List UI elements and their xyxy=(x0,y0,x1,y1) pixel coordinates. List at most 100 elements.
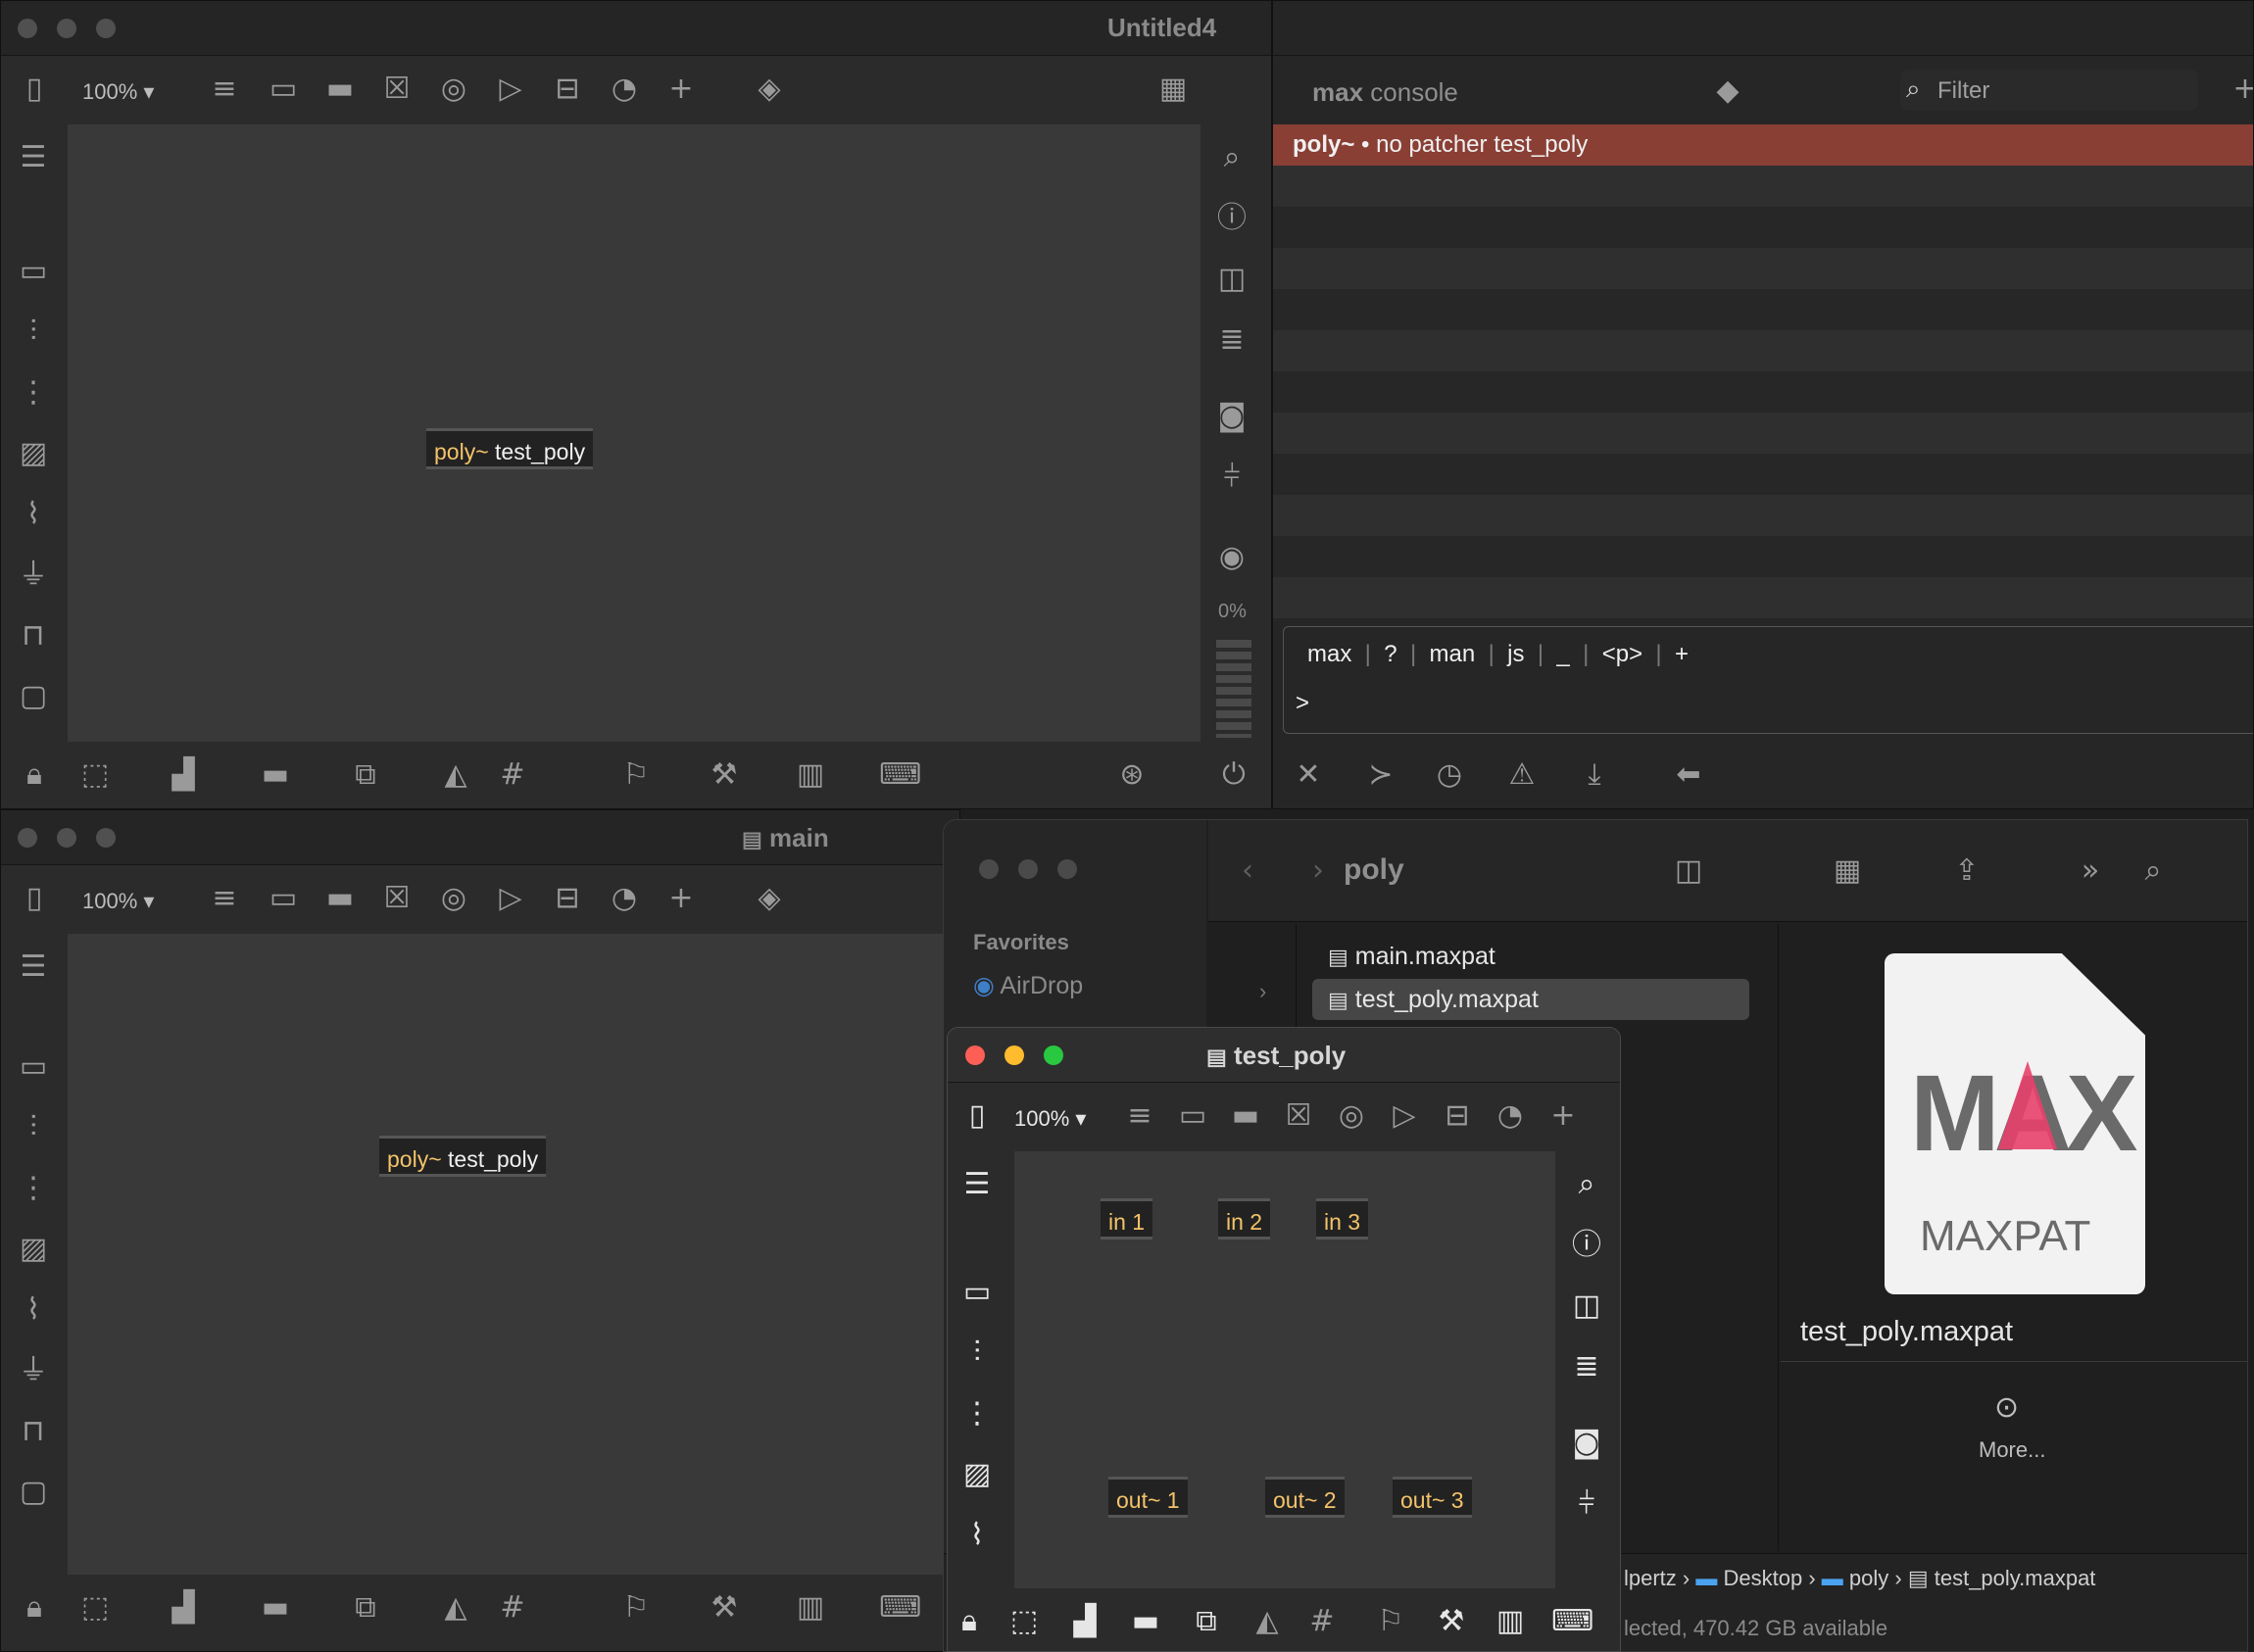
inlet-object-1[interactable]: in 1 xyxy=(1101,1198,1153,1239)
columns-icon[interactable]: ◫ xyxy=(1212,260,1251,299)
slider-icon[interactable]: ⊟ xyxy=(548,879,587,918)
plug-icon[interactable]: ⏚ xyxy=(14,1351,53,1390)
layers-icon[interactable]: ⧉ xyxy=(346,755,385,795)
grid-snap-icon[interactable]: # xyxy=(493,755,532,795)
comment-icon[interactable]: ≡ xyxy=(1120,1096,1159,1136)
search-icon[interactable]: ⌕ xyxy=(1212,138,1251,177)
project-icon[interactable]: ◆ xyxy=(1708,72,1747,111)
dial-icon[interactable]: ◔ xyxy=(1491,1096,1530,1136)
search-icon[interactable]: ⌕ xyxy=(2133,851,2173,891)
keyboard-icon[interactable]: ⌨ xyxy=(879,1588,921,1628)
sidebar-item-airdrop[interactable]: ◉ AirDrop xyxy=(973,971,1083,1000)
presentation-icon[interactable]: ▟ xyxy=(1065,1602,1104,1641)
paint-bucket-icon[interactable]: ◈ xyxy=(750,879,789,918)
bang-icon[interactable]: ◎ xyxy=(434,70,473,109)
slider-icon[interactable]: ⊟ xyxy=(1438,1096,1477,1136)
frame-icon[interactable]: ▢ xyxy=(14,677,53,716)
close-button[interactable] xyxy=(979,859,999,879)
message-icon[interactable]: ▭ xyxy=(264,879,303,918)
group-icon[interactable]: ▦ xyxy=(1828,851,1867,891)
cmd-tab-underscore[interactable]: _ xyxy=(1556,641,1569,667)
play-icon[interactable]: ▷ xyxy=(1385,1096,1424,1136)
minimize-button[interactable] xyxy=(57,828,76,848)
close-button[interactable] xyxy=(965,1045,985,1065)
grid-snap-icon[interactable]: # xyxy=(493,1588,532,1628)
comment-icon[interactable]: ≡ xyxy=(205,879,244,918)
close-button[interactable] xyxy=(18,828,37,848)
paint-bucket-icon[interactable]: ◈ xyxy=(750,70,789,109)
more-button[interactable]: More... xyxy=(1979,1437,2045,1463)
piano-icon[interactable]: ▥ xyxy=(791,1588,830,1628)
path-item-poly[interactable]: poly xyxy=(1849,1566,1888,1590)
cmd-tab-help[interactable]: ? xyxy=(1384,641,1396,667)
forward-icon[interactable]: › xyxy=(1298,851,1338,891)
layers-icon[interactable]: ⧉ xyxy=(346,1588,385,1628)
comment-bubble-icon[interactable]: ▬ xyxy=(320,70,360,109)
lock-icon[interactable]: 🔒︎ xyxy=(950,1602,989,1641)
command-prompt[interactable]: > xyxy=(1296,690,1309,717)
slider-icon[interactable]: ⊟ xyxy=(548,70,587,109)
mute-icon[interactable]: ◭ xyxy=(436,755,475,795)
minimize-button[interactable] xyxy=(57,19,76,38)
patcher-canvas[interactable]: poly~ test_poly xyxy=(68,124,1200,742)
columns-icon[interactable]: ◫ xyxy=(1567,1287,1606,1326)
play-icon[interactable]: ▷ xyxy=(491,70,530,109)
bang-icon[interactable]: ◎ xyxy=(1332,1096,1371,1136)
keyboard-icon[interactable]: ⌨ xyxy=(879,755,921,795)
audio-icon[interactable]: ⫶ xyxy=(14,313,53,352)
layers-icon[interactable]: ⧉ xyxy=(1187,1602,1226,1641)
power-icon[interactable]: ⏻ xyxy=(1214,755,1253,795)
clear-icon[interactable]: ✕ xyxy=(1289,755,1328,795)
outlet-object-2[interactable]: out~ 2 xyxy=(1265,1477,1345,1518)
list-icon[interactable]: ≣ xyxy=(1567,1347,1606,1386)
connector-icon[interactable]: ⊓ xyxy=(14,616,53,656)
bang-icon[interactable]: ◎ xyxy=(434,879,473,918)
back-arrow-icon[interactable]: ⬅ xyxy=(1669,755,1708,795)
comment-icon[interactable]: ▬ xyxy=(256,755,295,795)
presentation-icon[interactable]: ▟ xyxy=(164,1588,203,1628)
add-object-icon[interactable]: + xyxy=(1544,1096,1583,1136)
presentation-select-icon[interactable]: ⬚ xyxy=(75,1588,115,1628)
poly-object[interactable]: poly~ test_poly xyxy=(426,428,594,469)
image-icon[interactable]: ▨ xyxy=(14,434,53,473)
path-item-desktop[interactable]: Desktop xyxy=(1723,1566,1802,1590)
lock-icon[interactable]: 🔒︎ xyxy=(15,1588,54,1628)
more-ellipsis-icon[interactable]: ⊙ xyxy=(1994,1390,2019,1425)
info-icon[interactable]: ⓘ xyxy=(1567,1226,1606,1265)
zoom-select[interactable]: 100% ▾ xyxy=(82,79,154,105)
clip-icon[interactable]: ▭ xyxy=(14,252,53,291)
grid-icon[interactable]: ▦ xyxy=(1153,70,1193,109)
paperclip-icon[interactable]: ⌇ xyxy=(14,1290,53,1330)
dial-icon[interactable]: ◔ xyxy=(605,70,644,109)
cmd-tab-man[interactable]: man xyxy=(1430,641,1476,667)
camera-icon[interactable]: ◙ xyxy=(1567,1424,1606,1463)
comment-icon[interactable]: ▬ xyxy=(1126,1602,1165,1641)
lock-icon[interactable]: 🔒︎ xyxy=(15,755,54,795)
warning-icon[interactable]: ⚠ xyxy=(1502,755,1542,795)
debug-icon[interactable]: ⚐ xyxy=(616,755,656,795)
back-icon[interactable]: ‹ xyxy=(1228,851,1267,891)
minimize-button[interactable] xyxy=(1004,1045,1024,1065)
search-icon[interactable]: ⌕ xyxy=(1567,1165,1606,1204)
test-poly-canvas[interactable]: in 1 in 2 in 3 out~ 1 out~ 2 out~ 3 xyxy=(1014,1151,1555,1588)
camera-icon[interactable]: ◙ xyxy=(1212,397,1251,436)
zoom-button[interactable] xyxy=(1044,1045,1063,1065)
comment-bubble-icon[interactable]: ▬ xyxy=(320,879,360,918)
cmd-tab-js[interactable]: js xyxy=(1507,641,1524,667)
plug-icon[interactable]: ⏚ xyxy=(14,556,53,595)
inlet-object-3[interactable]: in 3 xyxy=(1316,1198,1369,1239)
zoom-button[interactable] xyxy=(96,828,116,848)
audio-icon[interactable]: ⫶ xyxy=(957,1334,997,1373)
columns-view-icon[interactable]: ◫ xyxy=(1669,851,1708,891)
comment-icon[interactable]: ≡ xyxy=(205,70,244,109)
paperclip-icon[interactable]: ⌇ xyxy=(14,495,53,534)
wrench-icon[interactable]: ⚒ xyxy=(705,755,744,795)
add-object-icon[interactable]: + xyxy=(662,879,701,918)
close-button[interactable] xyxy=(18,19,37,38)
message-icon[interactable]: ▭ xyxy=(1173,1096,1212,1136)
minimize-button[interactable] xyxy=(1018,859,1038,879)
more-toolbar-icon[interactable]: » xyxy=(2071,851,2110,891)
zoom-button[interactable] xyxy=(96,19,116,38)
menu-icon[interactable]: ☰ xyxy=(14,138,53,177)
cmd-tab-p[interactable]: <p> xyxy=(1602,641,1642,667)
